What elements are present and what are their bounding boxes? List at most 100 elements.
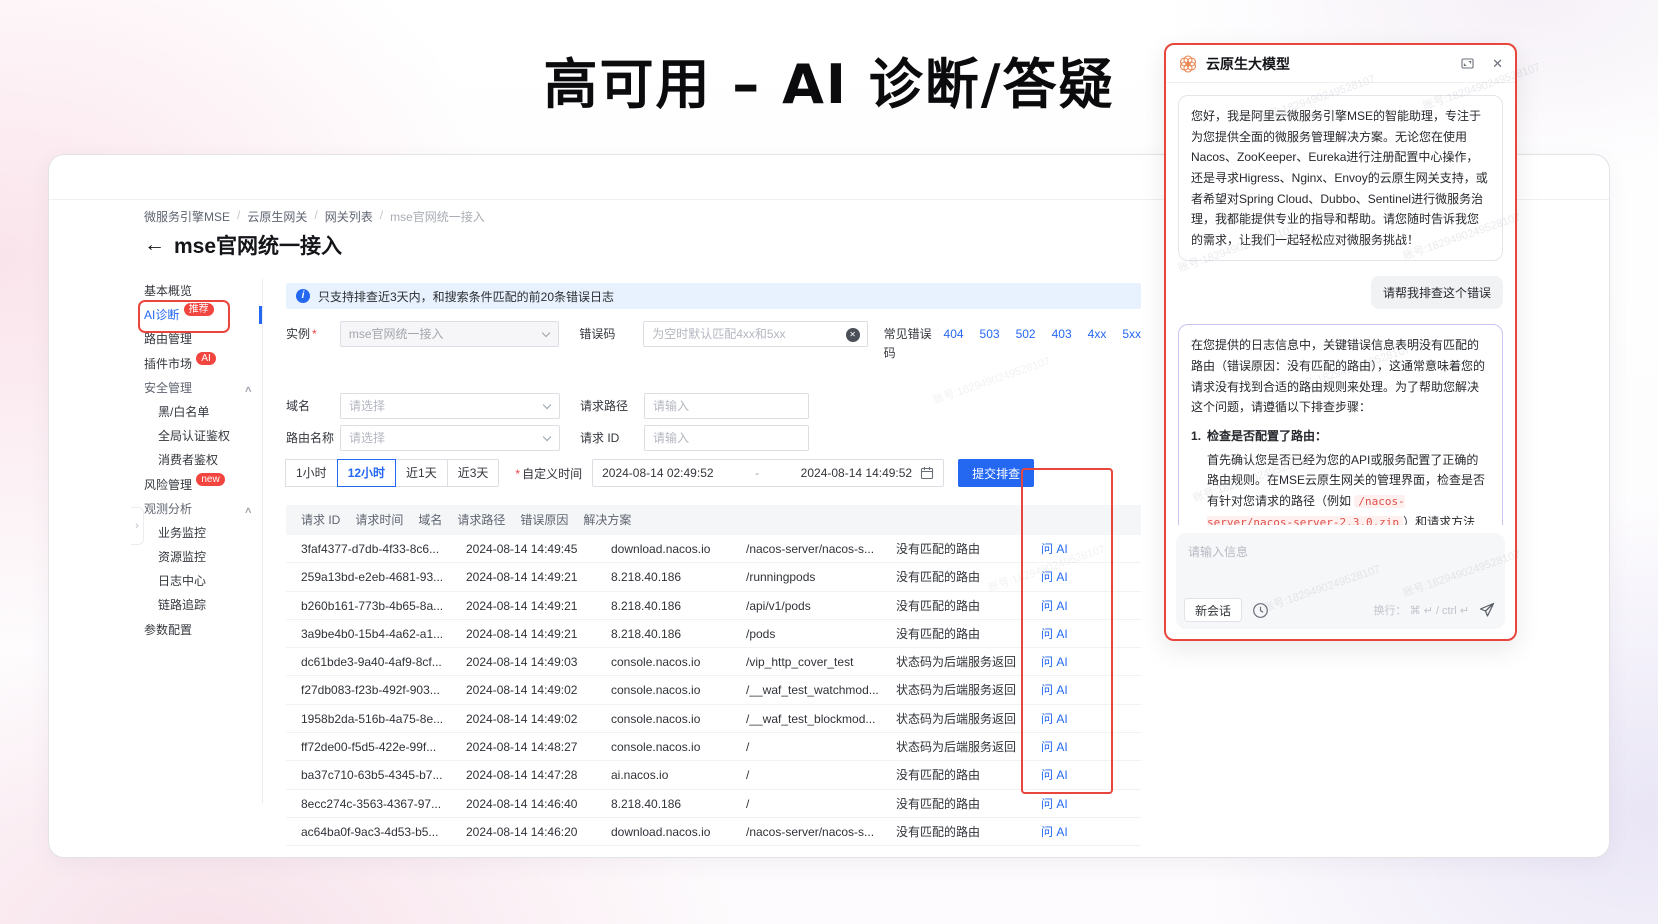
path-input[interactable]: 请输入 (644, 393, 809, 419)
cell-domain: download.nacos.io (596, 535, 731, 562)
cell-path: /vip_http_cover_test (731, 648, 881, 675)
cell-request-id: f27db083-f23b-492f-903... (286, 676, 451, 703)
cell-path: /__waf_test_watchmod... (731, 676, 881, 703)
sidebar-item[interactable]: 日志中心 (144, 569, 262, 593)
step-body: 首先确认您是否已经为您的API或服务配置了正确的路由规则。在MSE云原生网关的管… (1207, 450, 1490, 526)
sidebar-collapse-handle[interactable]: › (131, 507, 144, 545)
cell-path: /nacos-server/nacos-s... (731, 818, 881, 845)
table-row: ff72de00-f5d5-422e-99f... 2024-08-14 14:… (286, 733, 1141, 761)
sidebar-item[interactable]: 安全管理 (144, 376, 262, 400)
expand-icon[interactable] (1461, 57, 1474, 70)
submit-button[interactable]: 提交排查 (958, 459, 1034, 487)
ask-ai-link[interactable]: 问 AI (1041, 542, 1068, 556)
cell-path: /nacos-server/nacos-s... (731, 535, 881, 562)
start-datetime[interactable]: 2024-08-14 02:49:52 (602, 466, 713, 480)
ask-ai-link[interactable]: 问 AI (1041, 825, 1068, 839)
time-range-button[interactable]: 近1天 (395, 459, 448, 487)
sidebar-item[interactable]: 业务监控 (144, 521, 262, 545)
cell-request-time: 2024-08-14 14:47:28 (451, 761, 596, 788)
breadcrumb-item[interactable]: 网关列表 / (325, 208, 383, 225)
ask-ai-link[interactable]: 问 AI (1041, 570, 1068, 584)
breadcrumb-label[interactable]: mse官网统一接入 (390, 208, 485, 225)
breadcrumb-label[interactable]: 云原生网关 (247, 208, 307, 225)
sidebar-item[interactable]: 风险管理 new (144, 473, 262, 497)
ask-ai-link[interactable]: 问 AI (1041, 797, 1068, 811)
sidebar-item[interactable]: 基本概览 (144, 279, 262, 303)
sidebar-item[interactable]: 观测分析 (144, 497, 262, 521)
ai-response-step: 检查是否配置了路由： 首先确认您是否已经为您的API或服务配置了正确的路由规则。… (1191, 426, 1490, 525)
route-select-placeholder: 请选择 (349, 431, 385, 445)
instance-select-value: mse官网统一接入 (349, 327, 444, 341)
table-column-header: 错误原因 (505, 505, 568, 535)
ask-ai-link[interactable]: 问 AI (1041, 683, 1068, 697)
breadcrumb-item[interactable]: 云原生网关 / (247, 208, 317, 225)
breadcrumb-label[interactable]: 微服务引擎MSE (144, 208, 230, 225)
cell-path: / (731, 761, 881, 788)
time-range-button[interactable]: 12小时 (337, 459, 396, 487)
console-page-header: ← mse官网统一接入 (144, 230, 342, 260)
sidebar-item[interactable]: AI诊断 推荐 (144, 303, 262, 327)
step-title: 检查是否配置了路由： (1207, 426, 1490, 447)
sidebar-item-label: 链路追踪 (158, 598, 206, 612)
domain-select-placeholder: 请选择 (349, 399, 385, 413)
sidebar-item[interactable]: 资源监控 (144, 545, 262, 569)
sidebar-item[interactable]: 全局认证鉴权 (144, 424, 262, 448)
route-select[interactable]: 请选择 (340, 425, 560, 451)
sidebar-item[interactable]: 黑/白名单 (144, 400, 262, 424)
time-range-button[interactable]: 近3天 (447, 459, 500, 487)
sidebar-item[interactable]: 参数配置 (144, 618, 262, 642)
end-datetime[interactable]: 2024-08-14 14:49:52 (801, 466, 912, 480)
cell-request-time: 2024-08-14 14:49:02 (451, 676, 596, 703)
sidebar-item-label: 全局认证鉴权 (158, 429, 230, 443)
cell-path: / (731, 790, 881, 817)
cell-domain: 8.218.40.186 (596, 592, 731, 619)
common-code-link[interactable]: 403 (1052, 321, 1072, 347)
new-session-button[interactable]: 新会话 (1184, 598, 1242, 622)
table-row: 3faf4377-d7db-4f33-8c6... 2024-08-14 14:… (286, 535, 1141, 563)
close-icon[interactable]: ✕ (1492, 56, 1503, 72)
common-code-link[interactable]: 404 (944, 321, 964, 347)
sidebar-item-label: 日志中心 (158, 574, 206, 588)
cell-error-reason: 没有匹配的路由 (881, 790, 1026, 817)
domain-select[interactable]: 请选择 (340, 393, 560, 419)
clear-icon[interactable] (846, 328, 860, 342)
ask-ai-link[interactable]: 问 AI (1041, 627, 1068, 641)
send-icon[interactable] (1479, 602, 1495, 618)
table-row: dc61bde3-9a40-4af9-8cf... 2024-08-14 14:… (286, 648, 1141, 676)
time-range-button[interactable]: 1小时 (285, 459, 338, 487)
ai-chat-input[interactable]: 请输入信息 新会话 换行： ⌘ ↵ / ctrl ↵ (1176, 533, 1505, 629)
ask-ai-link[interactable]: 问 AI (1041, 655, 1068, 669)
sidebar-item[interactable]: 路由管理 (144, 327, 262, 351)
cell-request-id: ac64ba0f-9ac3-4d53-b5... (286, 818, 451, 845)
error-code-input[interactable]: 为空时默认匹配4xx和5xx (643, 321, 867, 347)
breadcrumb-separator: / (237, 208, 240, 225)
history-clock-icon[interactable] (1252, 602, 1269, 619)
filter-row-2: 域名 请选择 请求路径 请输入 (286, 393, 1141, 419)
common-code-link[interactable]: 503 (980, 321, 1000, 347)
breadcrumb-label[interactable]: 网关列表 (325, 208, 373, 225)
common-code-link[interactable]: 502 (1016, 321, 1036, 347)
request-id-input[interactable]: 请输入 (644, 425, 809, 451)
common-code-link[interactable]: 4xx (1088, 321, 1107, 347)
table-column-header: 域名 (403, 505, 442, 535)
cell-request-time: 2024-08-14 14:49:45 (451, 535, 596, 562)
sidebar-item[interactable]: 消费者鉴权 (144, 448, 262, 472)
sidebar-item-label: 资源监控 (158, 550, 206, 564)
domain-label: 域名 (286, 393, 332, 419)
sidebar-item[interactable]: 链路追踪 (144, 593, 262, 617)
instance-select[interactable]: mse官网统一接入 (340, 321, 559, 347)
ask-ai-link[interactable]: 问 AI (1041, 599, 1068, 613)
date-range-picker[interactable]: 2024-08-14 02:49:52 - 2024-08-14 14:49:5… (592, 459, 944, 487)
sidebar-item[interactable]: 插件市场 AI (144, 352, 262, 376)
breadcrumb-item[interactable]: mse官网统一接入 / (390, 208, 485, 225)
page: { "page": { "title": "高可用 – AI 诊断/答疑" },… (0, 0, 1658, 924)
ask-ai-link[interactable]: 问 AI (1041, 740, 1068, 754)
ask-ai-link[interactable]: 问 AI (1041, 712, 1068, 726)
cell-request-id: 3a9be4b0-15b4-4a62-a1... (286, 620, 451, 647)
breadcrumb-item[interactable]: 微服务引擎MSE / (144, 208, 240, 225)
calendar-icon[interactable] (920, 466, 934, 480)
back-arrow-icon[interactable]: ← (144, 233, 165, 257)
sidebar-item-label: AI诊断 (144, 308, 179, 322)
ask-ai-link[interactable]: 问 AI (1041, 768, 1068, 782)
common-code-link[interactable]: 5xx (1122, 321, 1141, 347)
